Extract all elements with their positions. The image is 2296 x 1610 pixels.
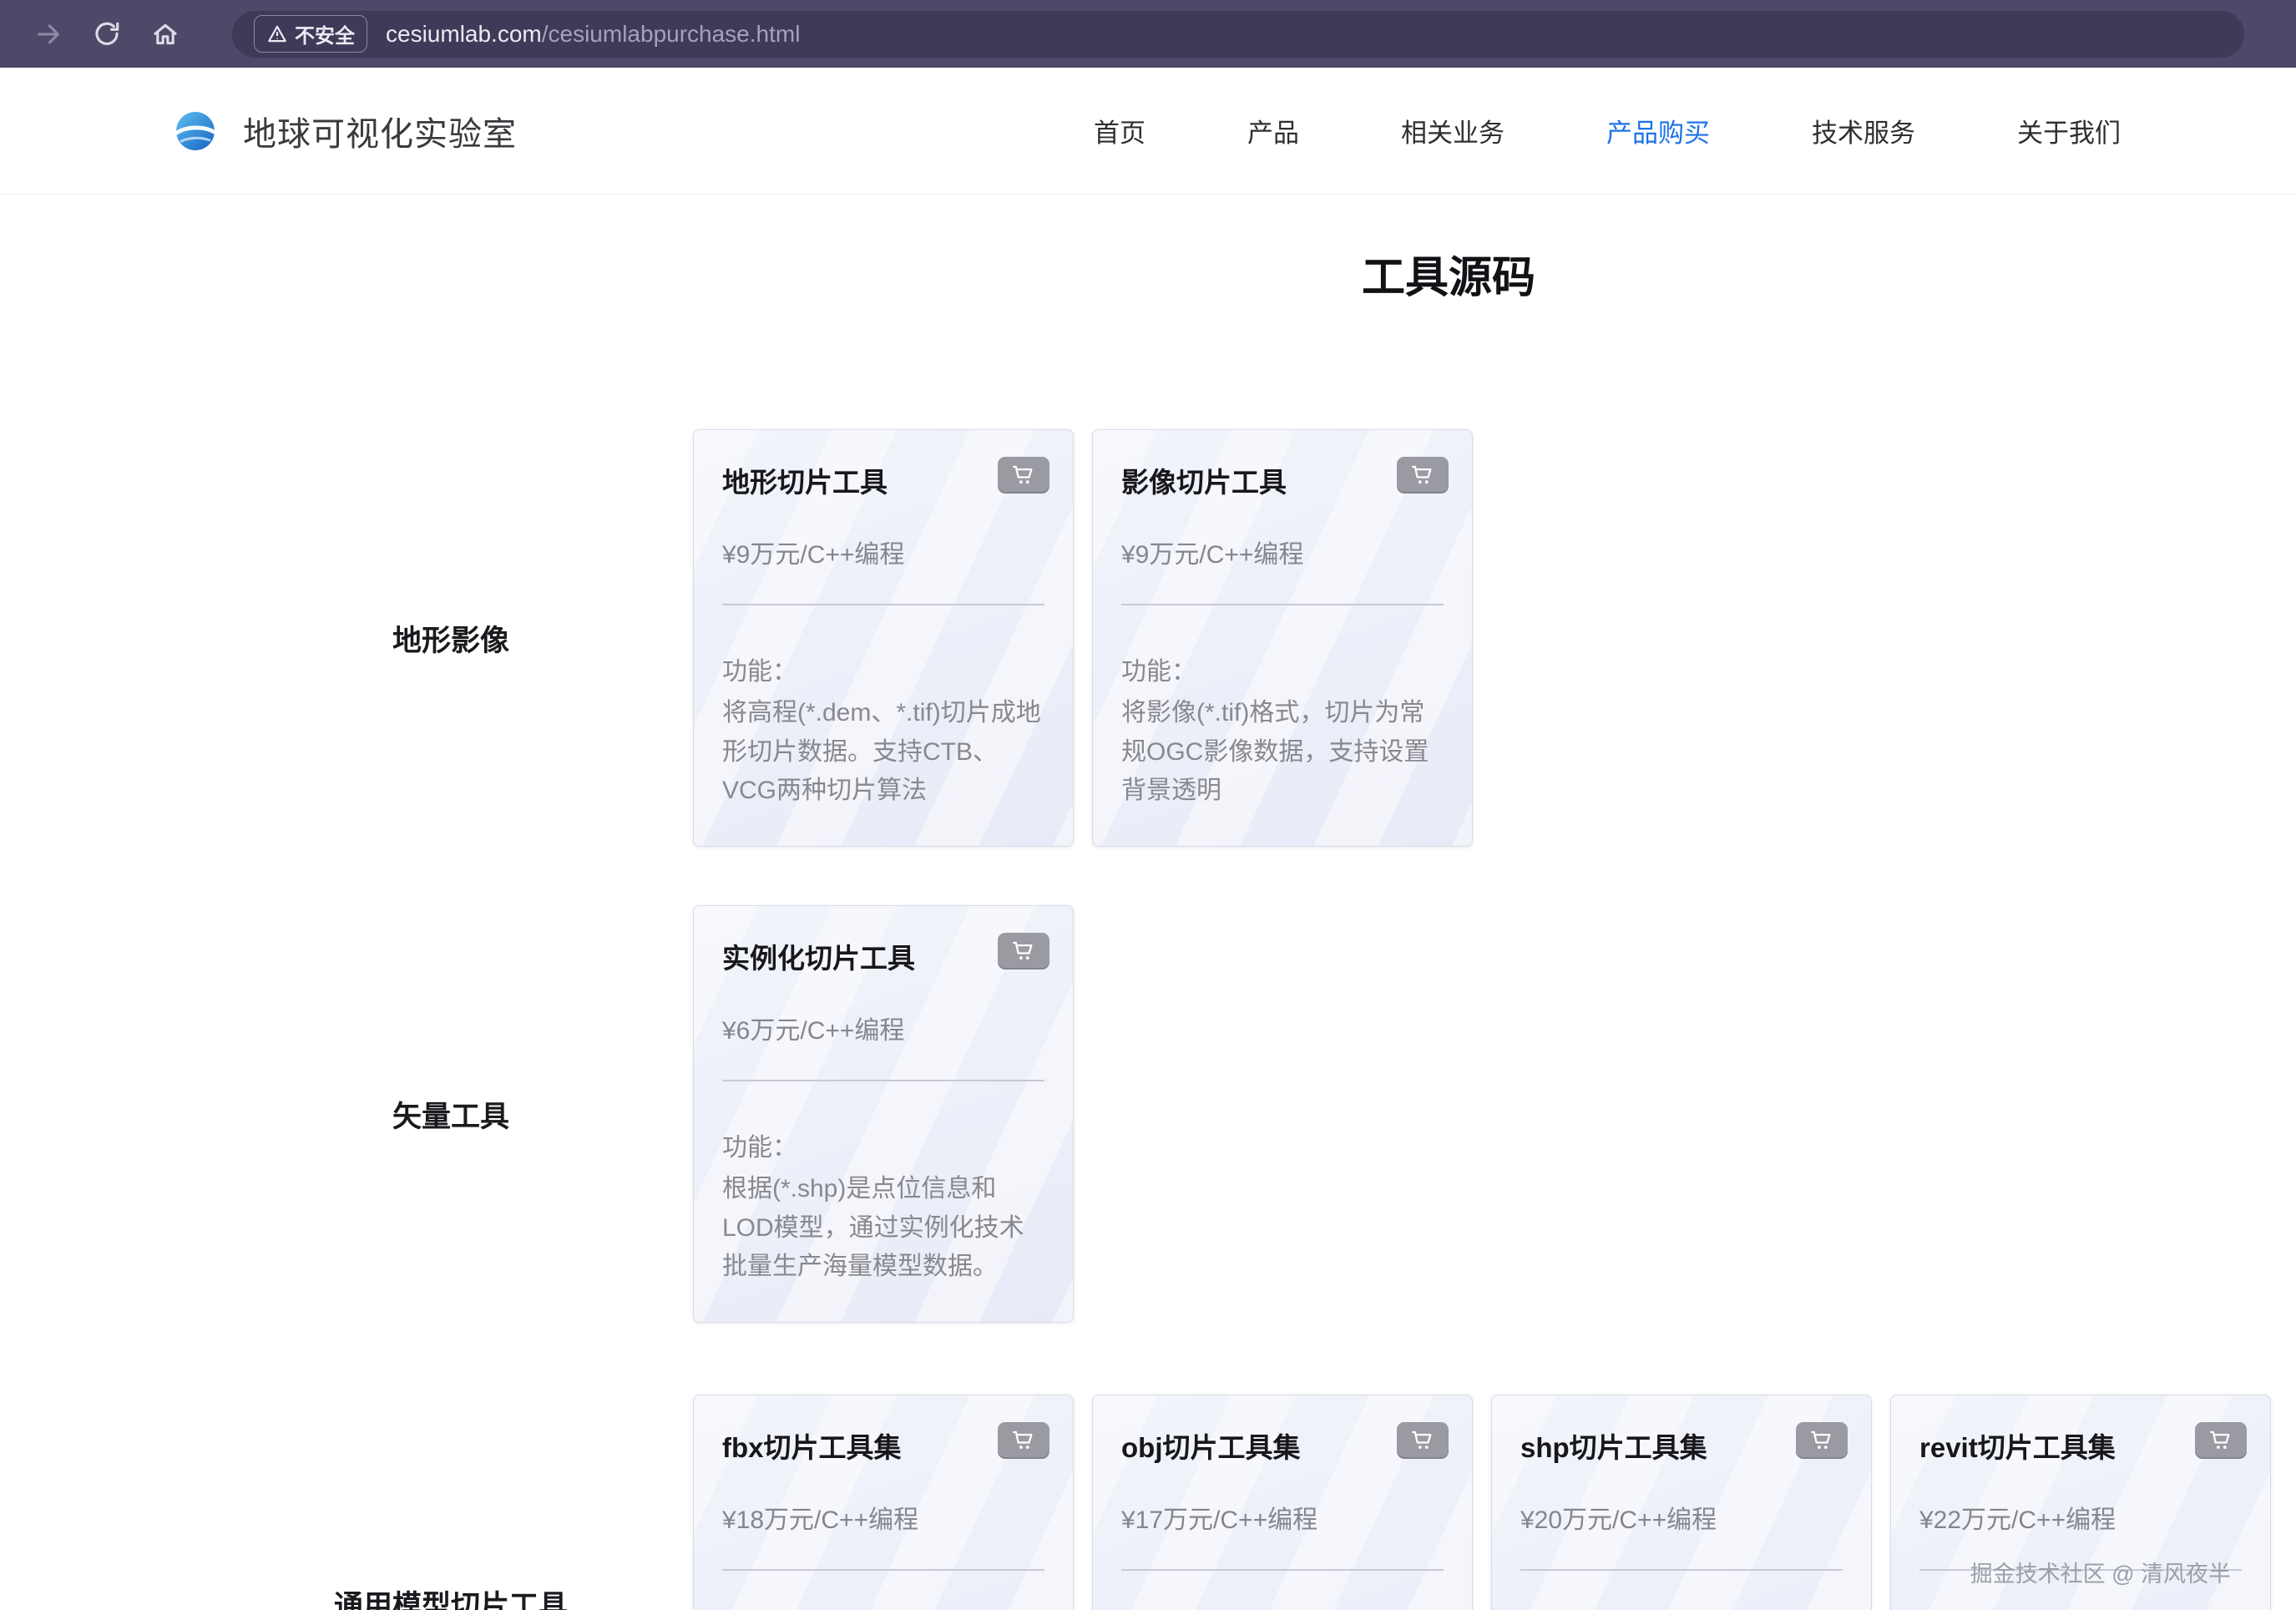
home-icon[interactable] xyxy=(150,19,180,49)
cart-button[interactable] xyxy=(1397,1422,1449,1459)
nav-item-about-us[interactable]: 关于我们 xyxy=(2017,112,2121,149)
cart-icon xyxy=(1011,939,1036,964)
card-price: ¥20万元/C++编程 xyxy=(1520,1499,1843,1536)
card-title: obj切片工具集 xyxy=(1121,1425,1444,1466)
nav-item-home[interactable]: 首页 xyxy=(1094,112,1145,149)
card-title: shp切片工具集 xyxy=(1520,1425,1843,1466)
main-nav: 首页 产品 相关业务 产品购买 技术服务 关于我们 xyxy=(1094,112,2121,149)
browser-toolbar: 不安全 cesiumlab.com/cesiumlabpurchase.html xyxy=(0,0,2296,68)
card-description: 将影像(*.tif)格式，切片为常规OGC影像数据，支持设置背景透明 xyxy=(1121,694,1444,811)
cart-icon xyxy=(1809,1428,1834,1453)
divider xyxy=(722,1080,1044,1081)
cart-button[interactable] xyxy=(998,457,1049,494)
section-label: 通用模型切片工具 xyxy=(334,1582,568,1610)
card-price: ¥17万元/C++编程 xyxy=(1121,1499,1444,1536)
cart-icon xyxy=(2208,1428,2233,1453)
security-badge[interactable]: 不安全 xyxy=(254,15,367,53)
product-card-imagery-slicer: 影像切片工具 ¥9万元/C++编程 功能： 将影像(*.tif)格式，切片为常规… xyxy=(1092,429,1473,847)
divider xyxy=(722,1569,1044,1571)
card-function-label: 功能： xyxy=(722,1126,1044,1163)
product-card-fbx-toolset: fbx切片工具集 ¥18万元/C++编程 功能： xyxy=(693,1395,1074,1610)
card-price: ¥9万元/C++编程 xyxy=(722,534,1044,570)
divider xyxy=(1520,1569,1843,1571)
nav-item-purchase[interactable]: 产品购买 xyxy=(1606,112,1710,149)
card-title: 影像切片工具 xyxy=(1121,460,1444,500)
product-card-shp-toolset: shp切片工具集 ¥20万元/C++编程 功能： xyxy=(1491,1395,1872,1610)
card-title: 地形切片工具 xyxy=(722,460,1044,500)
divider xyxy=(1121,1569,1444,1571)
url-domain: cesiumlab.com xyxy=(386,21,542,47)
site-header: 地球可视化实验室 首页 产品 相关业务 产品购买 技术服务 关于我们 xyxy=(0,68,2296,195)
url-path: /cesiumlabpurchase.html xyxy=(542,21,801,47)
cart-button[interactable] xyxy=(998,1422,1049,1459)
brand-title: 地球可视化实验室 xyxy=(243,107,517,155)
nav-item-products[interactable]: 产品 xyxy=(1247,112,1299,149)
card-function-label: 功能： xyxy=(722,651,1044,687)
section-label: 地形影像 xyxy=(392,617,509,660)
watermark: 掘金技术社区 @ 清风夜半 xyxy=(1970,1556,2231,1588)
page-title: 工具源码 xyxy=(668,253,2229,303)
divider xyxy=(1121,604,1444,605)
refresh-icon[interactable] xyxy=(92,19,122,49)
card-price: ¥22万元/C++编程 xyxy=(1919,1499,2242,1536)
security-badge-label: 不安全 xyxy=(295,19,355,48)
product-card-terrain-slicer: 地形切片工具 ¥9万元/C++编程 功能： 将高程(*.dem、*.tif)切片… xyxy=(693,429,1074,847)
cart-button[interactable] xyxy=(1397,457,1449,494)
nav-item-related-business[interactable]: 相关业务 xyxy=(1401,112,1505,149)
card-title: revit切片工具集 xyxy=(1919,1425,2242,1466)
section-vector-tools: 矢量工具 实例化切片工具 ¥6万元/C++编程 功能： 根据(*.shp)是点位… xyxy=(0,905,2296,1323)
section-general-model-tools: 通用模型切片工具 fbx切片工具集 ¥18万元/C++编程 功能： obj切片工… xyxy=(0,1395,2296,1610)
divider xyxy=(722,604,1044,605)
main-content: 工具源码 地形影像 地形切片工具 ¥9万元/C++编程 功能： 将高程(*.de… xyxy=(0,253,2296,1610)
card-title: fbx切片工具集 xyxy=(722,1425,1044,1466)
cart-button[interactable] xyxy=(2195,1422,2247,1459)
cart-icon xyxy=(1011,463,1036,488)
warning-icon xyxy=(266,23,288,45)
card-price: ¥18万元/C++编程 xyxy=(722,1499,1044,1536)
card-description: 将高程(*.dem、*.tif)切片成地形切片数据。支持CTB、VCG两种切片算… xyxy=(722,694,1044,811)
product-card-obj-toolset: obj切片工具集 ¥17万元/C++编程 功能： xyxy=(1092,1395,1473,1610)
site-logo-icon xyxy=(171,107,220,155)
forward-icon[interactable] xyxy=(33,19,63,49)
cart-button[interactable] xyxy=(998,933,1049,970)
section-terrain-imagery: 地形影像 地形切片工具 ¥9万元/C++编程 功能： 将高程(*.dem、*.t… xyxy=(0,429,2296,847)
nav-item-tech-service[interactable]: 技术服务 xyxy=(1812,112,1915,149)
card-title: 实例化切片工具 xyxy=(722,936,1044,976)
card-function-label: 功能： xyxy=(1121,651,1444,687)
url-text: cesiumlab.com/cesiumlabpurchase.html xyxy=(386,21,800,48)
cart-icon xyxy=(1011,1428,1036,1453)
card-description: 根据(*.shp)是点位信息和LOD模型，通过实例化技术批量生产海量模型数据。 xyxy=(722,1170,1044,1287)
cart-icon xyxy=(1410,1428,1435,1453)
card-price: ¥6万元/C++编程 xyxy=(722,1010,1044,1046)
product-card-instanced-slicer: 实例化切片工具 ¥6万元/C++编程 功能： 根据(*.shp)是点位信息和LO… xyxy=(693,905,1074,1323)
address-bar[interactable]: 不安全 cesiumlab.com/cesiumlabpurchase.html xyxy=(232,11,2244,58)
card-price: ¥9万元/C++编程 xyxy=(1121,534,1444,570)
cart-icon xyxy=(1410,463,1435,488)
cart-button[interactable] xyxy=(1796,1422,1848,1459)
section-label: 矢量工具 xyxy=(392,1093,509,1136)
